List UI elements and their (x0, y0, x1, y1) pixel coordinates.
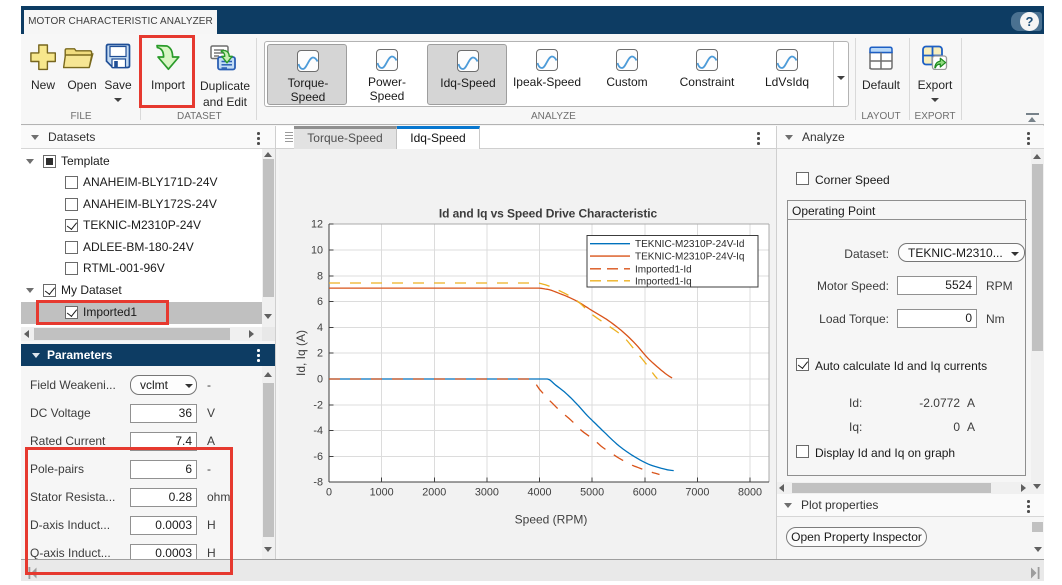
svg-text:Speed (RPM): Speed (RPM) (515, 513, 588, 527)
svg-text:2: 2 (317, 348, 323, 360)
svg-text:2000: 2000 (422, 487, 446, 499)
svg-text:Id and Iq vs Speed Drive Chara: Id and Iq vs Speed Drive Characteristic (439, 207, 658, 221)
svg-text:-8: -8 (313, 477, 323, 489)
svg-text:7000: 7000 (685, 487, 709, 499)
svg-text:Imported1-Iq: Imported1-Iq (635, 276, 692, 287)
svg-text:1000: 1000 (370, 487, 394, 499)
svg-text:0: 0 (326, 487, 332, 499)
svg-text:-4: -4 (313, 425, 323, 437)
svg-text:8: 8 (317, 270, 323, 282)
svg-text:TEKNIC-M2310P-24V-Iq: TEKNIC-M2310P-24V-Iq (635, 252, 745, 263)
svg-text:12: 12 (311, 219, 323, 231)
svg-text:4: 4 (317, 322, 323, 334)
svg-text:Imported1-Id: Imported1-Id (635, 264, 692, 275)
svg-text:-6: -6 (313, 451, 323, 463)
svg-text:Id, Iq (A): Id, Iq (A) (294, 330, 308, 376)
svg-text:6000: 6000 (633, 487, 657, 499)
svg-text:4000: 4000 (527, 487, 551, 499)
svg-text:TEKNIC-M2310P-24V-Id: TEKNIC-M2310P-24V-Id (635, 239, 745, 250)
svg-text:8000: 8000 (738, 487, 762, 499)
svg-text:0: 0 (317, 374, 323, 386)
svg-text:3000: 3000 (475, 487, 499, 499)
svg-text:-2: -2 (313, 399, 323, 411)
svg-text:6: 6 (317, 296, 323, 308)
svg-text:5000: 5000 (580, 487, 604, 499)
svg-text:10: 10 (311, 245, 323, 257)
